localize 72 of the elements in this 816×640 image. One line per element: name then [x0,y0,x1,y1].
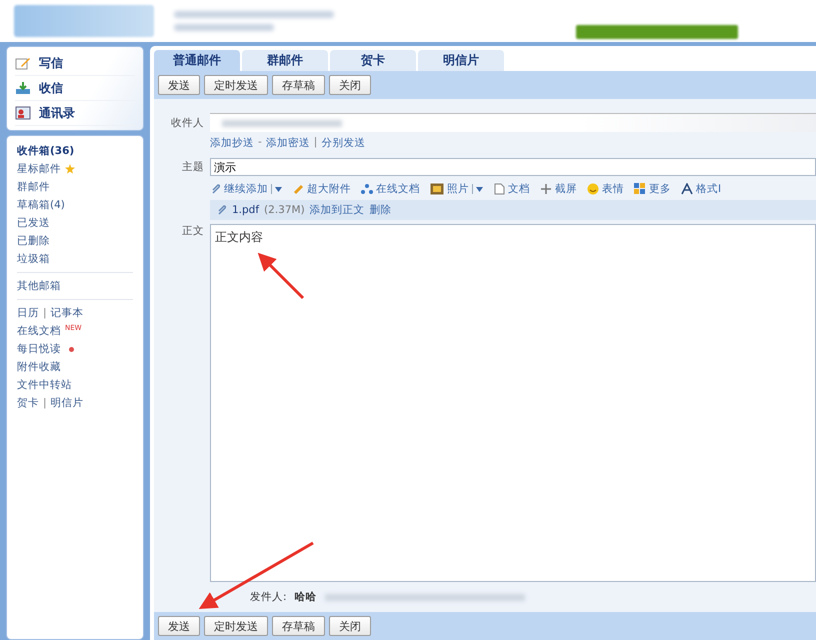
tab[interactable]: 普通邮件 [154,50,240,71]
folder-item[interactable]: 已删除 [17,234,50,248]
sidebar-link[interactable]: 附件收藏 [17,360,61,374]
toolbar-button[interactable]: 存草稿 [272,75,325,95]
tab[interactable]: 明信片 [418,50,504,71]
toolbar-link[interactable]: 截屏 [555,182,577,196]
toolbar-button[interactable]: 定时发送 [204,75,268,95]
toolbar-link[interactable]: 照片 [447,182,469,196]
toolbar-link[interactable]: 在线文档 [376,182,420,196]
folder-item[interactable]: 草稿箱(4) [17,198,65,212]
field-label: 主题 [181,160,205,174]
font-icon [681,183,693,195]
sidebar-link[interactable]: 明信片 [50,396,84,410]
smiley-icon [587,183,599,195]
sidebar-action[interactable]: 写信 [39,54,63,72]
sidebar-link[interactable]: 贺卡 [17,396,39,410]
document-icon [494,183,505,195]
photo-icon [430,183,444,195]
folder-item[interactable]: 已发送 [17,216,50,230]
dropdown-caret-icon[interactable] [472,184,484,194]
toolbar-link[interactable]: 表情 [602,182,624,196]
attachment-name: 1.pdf [232,204,260,216]
download-tray-icon [15,81,31,95]
sender-name: 哈哈 [294,590,317,604]
crosshair-icon [540,183,552,195]
toolbar-link[interactable]: 格式I [696,182,722,196]
sidebar-link[interactable]: 文件中转站 [17,378,72,392]
toolbar-link[interactable]: 继续添加 [224,182,268,196]
link[interactable]: 添加抄送 [210,136,254,150]
sidebar-link[interactable]: 在线文档 [17,324,61,338]
link[interactable]: 删除 [370,203,392,217]
nodes-icon [361,183,373,195]
separator: | [43,307,47,319]
toolbar-button[interactable]: 定时发送 [204,616,268,636]
recipient-field[interactable] [210,113,816,132]
sidebar-action[interactable]: 通讯录 [39,104,75,122]
annotation-arrow [258,252,304,300]
separator: - [258,136,262,150]
separator: | [314,136,318,150]
field-label: 发件人: [250,590,287,604]
tab[interactable]: 群邮件 [242,50,328,71]
sidebar-link[interactable]: 记事本 [50,306,84,320]
contact-card-icon [15,106,31,120]
folder-item[interactable]: 其他邮箱 [17,279,61,293]
link[interactable]: 分别发送 [321,136,366,150]
tab[interactable]: 贺卡 [330,50,416,71]
sidebar-link[interactable]: 日历 [17,306,39,320]
body-field[interactable]: 正文内容 [210,224,816,582]
sidebar-action[interactable]: 收信 [39,80,63,96]
toolbar-button[interactable]: 关闭 [329,616,371,636]
field-label: 收件人 [170,116,205,130]
toolbar-button[interactable]: 关闭 [329,75,371,95]
toolbar-button[interactable]: 发送 [158,75,200,95]
folder-item[interactable]: 群邮件 [17,180,50,194]
sidebar-link[interactable]: 每日悦读 [17,342,61,356]
toolbar-button[interactable]: 存草稿 [272,616,325,636]
toolbar-link[interactable]: 超大附件 [307,182,351,196]
toolbar-link[interactable]: 更多 [649,182,671,196]
attachment-size: (2.37M) [264,204,305,216]
subject-field[interactable]: 演示 [210,158,816,176]
dropdown-caret-icon[interactable] [271,184,283,194]
pencil-icon [15,56,31,70]
folder-item[interactable]: 垃圾箱 [17,252,50,266]
link[interactable]: 添加到正文 [310,203,365,217]
separator: | [43,397,47,409]
folder-item[interactable]: 收件箱(36) [17,144,74,158]
toolbar-link[interactable]: 文档 [508,182,530,196]
field-label: 正文 [181,224,205,238]
link[interactable]: 添加密送 [266,136,310,150]
toolbar-button[interactable]: 发送 [158,616,200,636]
folder-item[interactable]: 星标邮件 [17,162,61,176]
grid-icon [634,183,646,195]
